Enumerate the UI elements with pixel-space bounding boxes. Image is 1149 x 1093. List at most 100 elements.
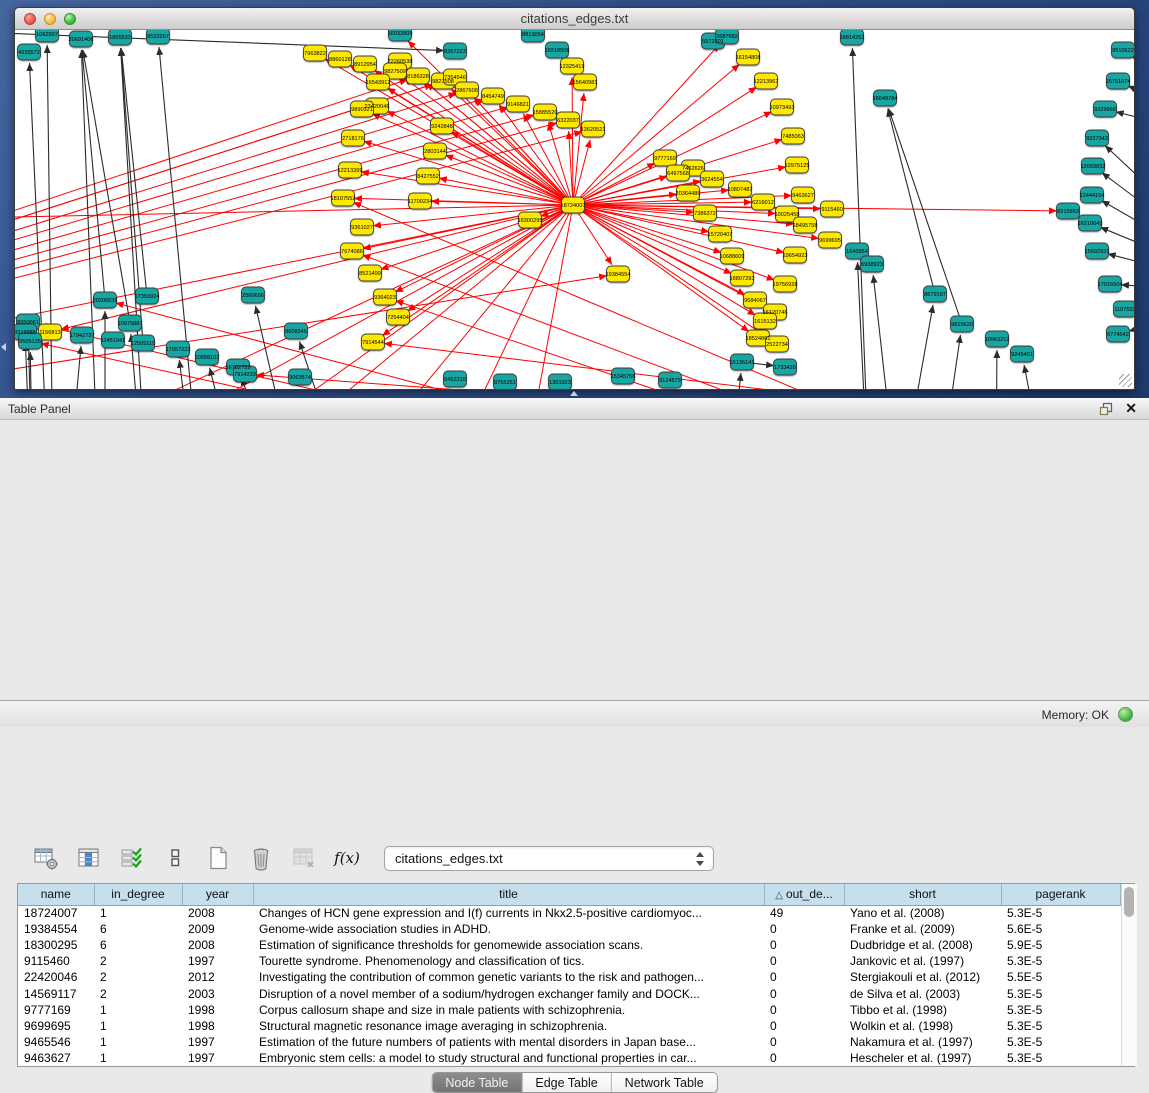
splitter-handle-icon[interactable]: [570, 391, 578, 396]
table-cell[interactable]: 5.3E-5: [1001, 1034, 1120, 1050]
table-cell[interactable]: 2012: [182, 969, 253, 985]
table-cell[interactable]: 1997: [182, 953, 253, 969]
table-cell[interactable]: 1997: [182, 1034, 253, 1050]
table-cell[interactable]: 18300295: [18, 937, 94, 953]
column-header-out_de[interactable]: △out_de...: [764, 884, 844, 905]
show-columns-button[interactable]: [73, 842, 105, 874]
table-cell[interactable]: 5.3E-5: [1001, 1050, 1120, 1066]
table-cell[interactable]: 0: [764, 921, 844, 937]
table-cell[interactable]: Nakamura et al. (1997): [844, 1034, 1001, 1050]
table-cell[interactable]: Embryonic stem cells: a model to study s…: [253, 1050, 764, 1066]
table-row[interactable]: 1830029562008Estimation of significance …: [18, 937, 1120, 953]
table-cell[interactable]: 0: [764, 1034, 844, 1050]
table-row[interactable]: 2242004622012Investigating the contribut…: [18, 969, 1120, 985]
table-cell[interactable]: 2: [94, 985, 182, 1001]
table-cell[interactable]: 1998: [182, 1018, 253, 1034]
table-cell[interactable]: Tibbo et al. (1998): [844, 1002, 1001, 1018]
float-window-icon[interactable]: [1099, 402, 1113, 421]
table-cell[interactable]: 9463627: [18, 1050, 94, 1066]
table-cell[interactable]: 5.5E-5: [1001, 969, 1120, 985]
table-cell[interactable]: 22420046: [18, 969, 94, 985]
table-cell[interactable]: 1998: [182, 1002, 253, 1018]
close-panel-icon[interactable]: ✕: [1125, 400, 1137, 416]
table-row[interactable]: 911546021997Tourette syndrome. Phenomeno…: [18, 953, 1120, 969]
table-cell[interactable]: Franke et al. (2009): [844, 921, 1001, 937]
table-cell[interactable]: 5.3E-5: [1001, 905, 1120, 921]
table-cell[interactable]: de Silva et al. (2003): [844, 985, 1001, 1001]
table-cell[interactable]: 0: [764, 953, 844, 969]
table-cell[interactable]: 5.3E-5: [1001, 953, 1120, 969]
table-cell[interactable]: Corpus callosum shape and size in male p…: [253, 1002, 764, 1018]
table-cell[interactable]: 6: [94, 921, 182, 937]
column-header-year[interactable]: year: [182, 884, 253, 905]
table-cell[interactable]: 0: [764, 1050, 844, 1066]
table-cell[interactable]: Estimation of significance thresholds fo…: [253, 937, 764, 953]
table-cell[interactable]: Hescheler et al. (1997): [844, 1050, 1001, 1066]
select-rows-button[interactable]: [116, 842, 148, 874]
table-cell[interactable]: Dudbridge et al. (2008): [844, 937, 1001, 953]
table-cell[interactable]: 0: [764, 969, 844, 985]
table-cell[interactable]: 2009: [182, 921, 253, 937]
table-cell[interactable]: 9699695: [18, 1018, 94, 1034]
column-header-in_degree[interactable]: in_degree: [94, 884, 182, 905]
table-cell[interactable]: Structural magnetic resonance image aver…: [253, 1018, 764, 1034]
table-cell[interactable]: Stergiakouli et al. (2012): [844, 969, 1001, 985]
table-cell[interactable]: Disruption of a novel member of a sodium…: [253, 985, 764, 1001]
table-cell[interactable]: 0: [764, 1018, 844, 1034]
column-header-title[interactable]: title: [253, 884, 764, 905]
tab-node-table[interactable]: Node Table: [432, 1073, 522, 1092]
table-mode-button[interactable]: [30, 842, 62, 874]
close-window-icon[interactable]: [24, 13, 36, 25]
table-row[interactable]: 946362711997Embryonic stem cells: a mode…: [18, 1050, 1120, 1066]
scrollbar-thumb[interactable]: [1124, 887, 1134, 917]
column-list-button[interactable]: [159, 842, 191, 874]
table-cell[interactable]: Jankovic et al. (1997): [844, 953, 1001, 969]
table-cell[interactable]: 2008: [182, 937, 253, 953]
table-row[interactable]: 1938455462009Genome-wide association stu…: [18, 921, 1120, 937]
create-column-button[interactable]: [202, 842, 234, 874]
table-cell[interactable]: 5.6E-5: [1001, 921, 1120, 937]
column-header-short[interactable]: short: [844, 884, 1001, 905]
citation-network-graph[interactable]: 4935572206914061805533852226710629071603…: [15, 30, 1134, 389]
delete-column-button[interactable]: [245, 842, 277, 874]
table-cell[interactable]: 0: [764, 985, 844, 1001]
minimize-window-icon[interactable]: [44, 13, 56, 25]
table-cell[interactable]: 49: [764, 905, 844, 921]
table-cell[interactable]: Wolkin et al. (1998): [844, 1018, 1001, 1034]
table-cell[interactable]: 9115460: [18, 953, 94, 969]
table-row[interactable]: 1456911722003Disruption of a novel membe…: [18, 985, 1120, 1001]
table-cell[interactable]: 1997: [182, 1050, 253, 1066]
network-window[interactable]: citations_edges.txt 49355722069140618055…: [14, 7, 1135, 390]
zoom-window-icon[interactable]: [64, 13, 76, 25]
table-cell[interactable]: 18724007: [18, 905, 94, 921]
table-cell[interactable]: 9777169: [18, 1002, 94, 1018]
table-cell[interactable]: 0: [764, 1002, 844, 1018]
table-cell[interactable]: 0: [764, 937, 844, 953]
table-cell[interactable]: 1: [94, 1018, 182, 1034]
table-cell[interactable]: 19384554: [18, 921, 94, 937]
table-cell[interactable]: 2: [94, 969, 182, 985]
table-cell[interactable]: Yano et al. (2008): [844, 905, 1001, 921]
column-header-pagerank[interactable]: pagerank: [1001, 884, 1120, 905]
table-cell[interactable]: 5.3E-5: [1001, 1002, 1120, 1018]
table-cell[interactable]: 5.9E-5: [1001, 937, 1120, 953]
window-titlebar[interactable]: citations_edges.txt: [15, 8, 1134, 30]
window-resize-grip-icon[interactable]: [1119, 374, 1132, 387]
table-row[interactable]: 977716911998Corpus callosum shape and si…: [18, 1002, 1120, 1018]
table-select-dropdown[interactable]: citations_edges.txt: [384, 846, 714, 871]
table-cell[interactable]: Estimation of the future numbers of pati…: [253, 1034, 764, 1050]
table-cell[interactable]: Changes of HCN gene expression and I(f) …: [253, 905, 764, 921]
memory-status-icon[interactable]: [1118, 707, 1133, 722]
network-canvas[interactable]: 4935572206914061805533852226710629071603…: [15, 30, 1134, 389]
function-builder-button[interactable]: f(x): [331, 842, 363, 874]
table-cell[interactable]: 1: [94, 1050, 182, 1066]
table-cell[interactable]: Tourette syndrome. Phenomenology and cla…: [253, 953, 764, 969]
left-panel-collapse-icon[interactable]: [1, 343, 6, 351]
table-row[interactable]: 1872400712008Changes of HCN gene express…: [18, 905, 1120, 921]
tab-network-table[interactable]: Network Table: [612, 1073, 717, 1092]
table-cell[interactable]: 9465546: [18, 1034, 94, 1050]
table-cell[interactable]: 1: [94, 1034, 182, 1050]
table-cell[interactable]: Genome-wide association studies in ADHD.: [253, 921, 764, 937]
table-cell[interactable]: 2: [94, 953, 182, 969]
table-cell[interactable]: 1: [94, 1002, 182, 1018]
